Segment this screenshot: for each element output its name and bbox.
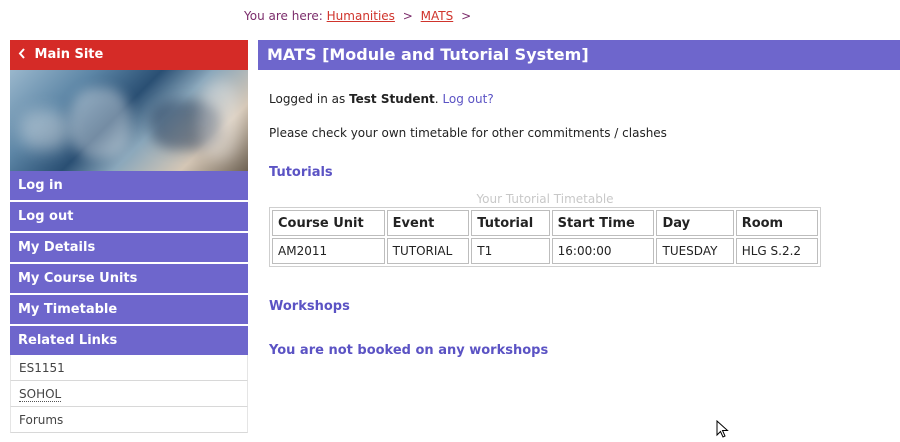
table-caption: Your Tutorial Timetable — [476, 192, 614, 206]
related-link-forums[interactable]: Forums — [10, 407, 248, 433]
main-site-label: Main Site — [34, 47, 104, 62]
column-header: Start Time — [551, 210, 655, 236]
table-cell: HLG S.2.2 — [735, 238, 818, 264]
related-link-sohol[interactable]: SOHOL — [10, 381, 248, 407]
sidebar-item-my-details[interactable]: My Details — [10, 231, 248, 262]
sidebar-item-log-out[interactable]: Log out — [10, 200, 248, 231]
table-cell: TUESDAY — [656, 238, 734, 264]
related-link-label: Forums — [19, 413, 64, 427]
logout-link[interactable]: Log out? — [442, 92, 493, 106]
tutorial-timetable: Course Unit Event Tutorial Start Time Da… — [269, 207, 821, 267]
related-link-label: ES1151 — [19, 361, 65, 375]
sidebar: Main Site Log in Log out My Details My C… — [10, 40, 248, 433]
column-header: Day — [656, 210, 734, 236]
mouse-pointer-icon — [716, 419, 730, 442]
table-cell: AM2011 — [272, 238, 385, 264]
page-title: MATS [Module and Tutorial System] — [258, 40, 900, 70]
breadcrumb-link-mats[interactable]: MATS — [421, 9, 454, 23]
column-header: Tutorial — [471, 210, 550, 236]
column-header: Room — [735, 210, 818, 236]
login-status: Logged in as Test Student. Log out? — [269, 92, 494, 106]
related-link-es1151[interactable]: ES1151 — [10, 355, 248, 381]
breadcrumb-separator: > — [402, 9, 413, 23]
main-content: MATS [Module and Tutorial System] Logged… — [258, 40, 900, 358]
related-link-label: SOHOL — [19, 387, 62, 402]
logged-in-prefix: Logged in as — [269, 92, 346, 106]
user-name: Test Student — [349, 92, 435, 106]
sidebar-item-log-in[interactable]: Log in — [10, 171, 248, 200]
breadcrumb-link-humanities[interactable]: Humanities — [327, 9, 395, 23]
chevron-left-icon — [18, 47, 31, 62]
table-cell: TUTORIAL — [386, 238, 470, 264]
breadcrumb-prefix: You are here: — [244, 9, 323, 23]
breadcrumb: You are here: Humanities > MATS > — [244, 9, 475, 23]
timetable-notice: Please check your own timetable for othe… — [269, 126, 667, 140]
sidebar-item-my-course-units[interactable]: My Course Units — [10, 262, 248, 293]
main-site-link[interactable]: Main Site — [10, 40, 248, 70]
workshops-heading: Workshops — [269, 299, 350, 314]
table-row: AM2011 TUTORIAL T1 16:00:00 TUESDAY HLG … — [272, 238, 818, 264]
sidebar-item-my-timetable[interactable]: My Timetable — [10, 293, 248, 324]
table-cell: 16:00:00 — [551, 238, 655, 264]
table-cell: T1 — [471, 238, 550, 264]
tutorials-heading: Tutorials — [269, 165, 333, 180]
no-workshops-message: You are not booked on any workshops — [269, 343, 549, 358]
table-header-row: Course Unit Event Tutorial Start Time Da… — [272, 210, 818, 236]
column-header: Course Unit — [272, 210, 385, 236]
breadcrumb-trailing-separator: > — [461, 9, 472, 23]
banner-image — [10, 70, 248, 171]
column-header: Event — [386, 210, 470, 236]
sidebar-item-related-links: Related Links — [10, 324, 248, 355]
